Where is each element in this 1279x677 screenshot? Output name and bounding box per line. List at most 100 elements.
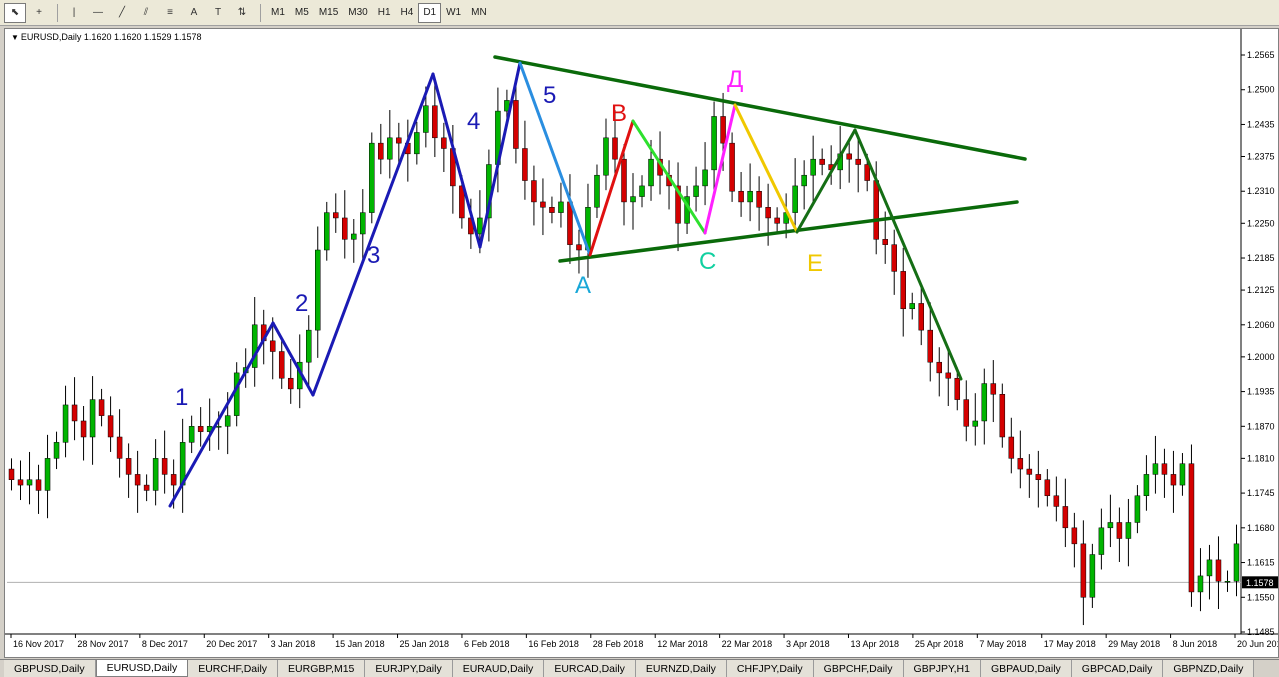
wave-c-line[interactable] <box>631 119 707 235</box>
tab-eurusd-daily[interactable]: EURUSD,Daily <box>95 660 189 677</box>
candle-body <box>62 404 69 443</box>
text-label-icon[interactable]: T <box>207 3 229 23</box>
tab-gbpjpy-h1[interactable]: GBPJPY,H1 <box>903 660 981 677</box>
candle-body <box>53 442 60 459</box>
timeframe-h4[interactable]: H4 <box>396 3 419 23</box>
toolbar-separator <box>260 3 261 22</box>
crosshair-icon[interactable]: + <box>28 3 50 23</box>
candle-body <box>909 303 915 310</box>
triangle-lower-line[interactable] <box>558 200 1019 263</box>
breakout-down-line[interactable] <box>853 128 963 381</box>
tab-gbpchf-daily[interactable]: GBPCHF,Daily <box>813 660 904 677</box>
y-tick-label: 1.1870 <box>1247 421 1275 431</box>
candle-body <box>558 201 564 213</box>
text-icon[interactable]: A <box>183 3 205 23</box>
candle-body <box>107 415 114 438</box>
candle-body <box>513 100 519 149</box>
timeframe-m5[interactable]: M5 <box>290 3 314 23</box>
candle-body <box>1143 474 1150 497</box>
toolbar-separator <box>57 3 58 22</box>
timeframe-w1[interactable]: W1 <box>441 3 466 23</box>
x-tick-label: 8 Jun 2018 <box>1173 639 1218 649</box>
timeframe-m15[interactable]: M15 <box>314 3 343 23</box>
arrows-icon[interactable]: ⇅ <box>231 3 253 23</box>
x-tick-label: 20 Dec 2017 <box>206 639 257 649</box>
candle-body <box>1161 463 1168 475</box>
dropdown-triangle-icon[interactable]: ▼ <box>11 33 19 42</box>
candle-body <box>711 116 717 171</box>
candle-body <box>1179 463 1186 486</box>
wave-label-1: 1 <box>175 384 188 411</box>
tab-euraud-daily[interactable]: EURAUD,Daily <box>452 660 545 677</box>
candle-body <box>774 217 780 224</box>
triangle-upper-line[interactable] <box>493 55 1027 161</box>
tab-eurjpy-daily[interactable]: EURJPY,Daily <box>365 660 453 677</box>
timeframe-d1[interactable]: D1 <box>418 2 442 23</box>
candle-body <box>729 142 735 192</box>
candle-body <box>612 137 618 160</box>
wave-label-4: 4 <box>467 108 480 135</box>
timeframe-mn[interactable]: MN <box>466 3 492 23</box>
tab-gbpcad-daily[interactable]: GBPCAD,Daily <box>1071 660 1164 677</box>
y-tick-label: 1.2435 <box>1247 119 1275 129</box>
tab-gbpaud-daily[interactable]: GBPAUD,Daily <box>980 660 1072 677</box>
candle-body <box>1026 468 1033 475</box>
timeframe-m30[interactable]: M30 <box>343 3 372 23</box>
tab-eurnzd-daily[interactable]: EURNZD,Daily <box>635 660 727 677</box>
vertical-line-icon[interactable]: | <box>63 3 85 23</box>
candle-body <box>990 383 997 395</box>
x-tick-label: 25 Jan 2018 <box>400 639 450 649</box>
wave-label-2: 2 <box>295 290 308 317</box>
candle-body <box>8 468 15 480</box>
wave-4-line[interactable] <box>431 72 482 249</box>
wave-1-line[interactable] <box>168 321 275 508</box>
candle-body <box>900 271 906 310</box>
candle-body <box>738 190 744 203</box>
y-tick-label: 1.1485 <box>1247 627 1275 637</box>
candle-body <box>540 201 546 208</box>
candle-body <box>963 399 970 427</box>
candle-body <box>603 137 609 176</box>
candle-body <box>801 174 807 187</box>
candle-body <box>891 244 897 272</box>
y-tick-label: 1.2125 <box>1247 285 1275 295</box>
candle-body <box>1053 495 1060 507</box>
equidistant-channel-icon[interactable]: ⫽ <box>135 3 157 23</box>
candle-body <box>1116 522 1123 539</box>
tab-eurgbp-m15[interactable]: EURGBP,M15 <box>278 660 366 677</box>
x-tick-label: 16 Feb 2018 <box>528 639 579 649</box>
timeframe-h1[interactable]: H1 <box>373 3 396 23</box>
wave-3-line[interactable] <box>311 72 435 397</box>
candle-body <box>594 174 600 208</box>
candle-body <box>197 426 204 432</box>
candle-body <box>360 212 366 235</box>
horizontal-line-icon[interactable]: — <box>87 3 109 23</box>
candle-body <box>1008 436 1015 459</box>
y-tick-label: 1.1550 <box>1247 592 1275 602</box>
chart-title: ▼ EURUSD,Daily 1.1620 1.1620 1.1529 1.157… <box>11 32 202 42</box>
candle-body <box>1134 495 1141 523</box>
candle-body <box>945 372 952 379</box>
cursor-icon[interactable]: ⬉ <box>4 2 26 23</box>
candle-body <box>324 212 330 251</box>
tab-gbpusd-daily[interactable]: GBPUSD,Daily <box>4 660 96 677</box>
wave-label-9: Д <box>727 66 743 93</box>
tab-gbpnzd-daily[interactable]: GBPNZD,Daily <box>1163 660 1255 677</box>
candle-body <box>170 474 177 486</box>
x-tick-label: 15 Jan 2018 <box>335 639 385 649</box>
candle-body <box>864 164 870 181</box>
candle-body <box>522 148 528 181</box>
candle-body <box>1170 474 1177 486</box>
timeframe-m1[interactable]: M1 <box>266 3 290 23</box>
fibonacci-icon[interactable]: ≡ <box>159 3 181 23</box>
chart-window[interactable]: 1.2565 1.2500 1.2435 1.2375 1.2310 1.2250 1.21… <box>4 28 1279 658</box>
price-chart[interactable]: 1.2565 1.2500 1.2435 1.2375 1.2310 1.2250 1.21… <box>5 29 1278 657</box>
candle-body <box>161 458 168 475</box>
x-tick-label: 28 Feb 2018 <box>593 639 644 649</box>
tab-eurchf-daily[interactable]: EURCHF,Daily <box>188 660 279 677</box>
trendline-icon[interactable]: ╱ <box>111 3 133 23</box>
candle-body <box>233 372 240 416</box>
tab-eurcad-daily[interactable]: EURCAD,Daily <box>544 660 636 677</box>
wave-5-line[interactable] <box>478 61 522 249</box>
tab-chfjpy-daily[interactable]: CHFJPY,Daily <box>726 660 814 677</box>
